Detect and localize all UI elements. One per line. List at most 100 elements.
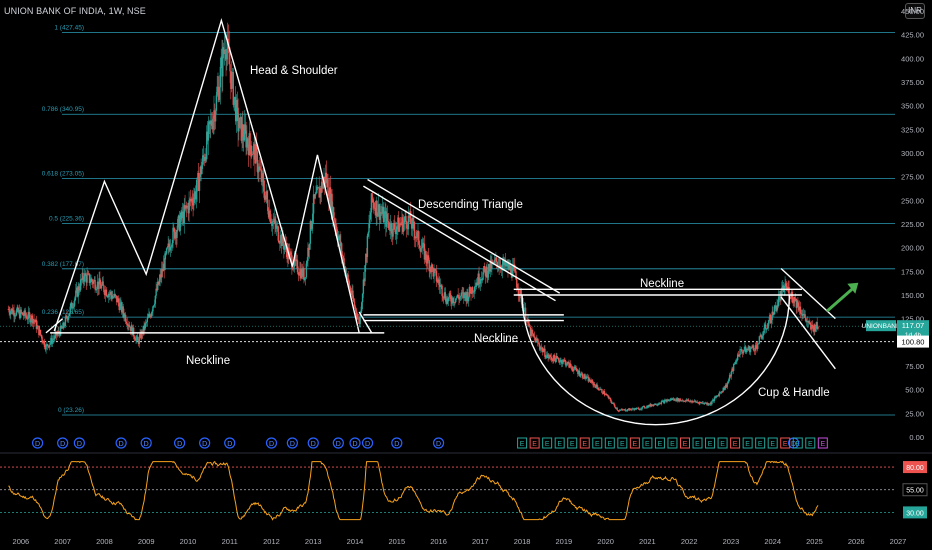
candle-body <box>290 252 292 256</box>
candle-body <box>340 243 343 255</box>
candle-body <box>230 72 233 89</box>
candle-body <box>422 242 425 244</box>
x-tick-label: 2018 <box>514 537 531 546</box>
candle-body <box>531 329 533 334</box>
candle-body <box>559 360 561 363</box>
candle-body <box>753 347 755 351</box>
level-tag: 100.80 <box>902 338 925 347</box>
candle-body <box>233 96 235 105</box>
candle-body <box>53 338 55 340</box>
rsi-level-tag: 55.00 <box>906 488 924 495</box>
y-tick-label: 350.00 <box>901 102 924 111</box>
candle-body <box>799 306 802 314</box>
candle-body <box>514 268 516 272</box>
candle-body <box>449 293 451 297</box>
candle-body <box>361 293 364 303</box>
dividend-marker-label: D <box>365 441 370 448</box>
candle-body <box>549 355 552 357</box>
candle-body <box>536 338 538 341</box>
candle-body <box>455 297 458 299</box>
candle-body <box>714 397 716 399</box>
candle-body <box>656 404 659 406</box>
candle-body <box>532 333 535 337</box>
candle-body <box>455 298 457 303</box>
y-tick-label: 225.00 <box>901 220 924 229</box>
candle-body <box>219 66 222 88</box>
earnings-marker-label: E <box>595 441 600 448</box>
candle-body <box>757 343 759 349</box>
candle-body <box>71 307 74 309</box>
dividend-marker-label: D <box>227 441 232 448</box>
candle-body <box>176 229 178 238</box>
candle-body <box>750 347 753 349</box>
candle-body <box>431 264 434 269</box>
candle-body <box>747 349 749 351</box>
candle-body <box>808 320 810 324</box>
x-tick-label: 2025 <box>806 537 823 546</box>
earnings-marker-label: E <box>770 441 775 448</box>
candle-body <box>22 312 24 316</box>
candle-body <box>296 260 299 273</box>
earnings-marker-label: E <box>633 441 638 448</box>
price-chart[interactable]: 0.0025.0050.0075.00100.00125.00150.00175… <box>0 0 932 550</box>
candle-body <box>616 408 618 411</box>
candle-body <box>548 356 550 359</box>
candle-body <box>557 358 560 361</box>
candle-body <box>412 217 414 222</box>
y-tick-label: 325.00 <box>901 125 924 134</box>
candle-body <box>578 370 581 376</box>
candle-body <box>28 311 30 315</box>
candle-body <box>91 278 93 282</box>
candle-body <box>603 391 606 395</box>
candle-body <box>56 333 59 336</box>
candle-body <box>638 407 640 410</box>
candle-body <box>641 406 643 410</box>
x-tick-label: 2017 <box>472 537 489 546</box>
candle-body <box>352 290 354 299</box>
candle-body <box>296 259 298 261</box>
candle-body <box>289 251 291 253</box>
candle-body <box>218 87 221 100</box>
candle-body <box>193 197 195 206</box>
candle-body <box>763 327 765 334</box>
earnings-marker-label: E <box>582 441 587 448</box>
candle-body <box>660 401 663 404</box>
dividend-marker-label: D <box>35 441 40 448</box>
candle-body <box>154 295 157 304</box>
candle-body <box>94 279 96 290</box>
candle-body <box>591 380 593 382</box>
candle-body <box>814 328 817 332</box>
candle-body <box>482 272 484 280</box>
candle-body <box>770 320 773 324</box>
candle-body <box>306 260 308 264</box>
candle-body <box>392 223 394 237</box>
candle-body <box>270 221 272 224</box>
candle-body <box>406 221 408 229</box>
candle-body <box>398 224 401 232</box>
dividend-marker-label: D <box>336 441 341 448</box>
candle-body <box>68 313 71 317</box>
candle-body <box>96 289 98 290</box>
candle-body <box>349 285 351 288</box>
candle-body <box>135 338 137 341</box>
candle-body <box>79 279 82 290</box>
candle-body <box>191 198 193 203</box>
candle-body <box>207 123 210 141</box>
candle-body <box>165 253 167 255</box>
candle-body <box>367 232 369 236</box>
earnings-marker-label: E <box>758 441 763 448</box>
x-tick-label: 2027 <box>890 537 907 546</box>
candle-body <box>353 298 355 302</box>
candle-body <box>542 351 544 353</box>
candle-body <box>103 285 105 292</box>
candle-body <box>565 364 568 366</box>
candle-body <box>425 251 427 261</box>
candle-body <box>811 324 814 327</box>
candle-body <box>269 210 271 222</box>
candle-body <box>45 344 47 350</box>
candle-body <box>43 340 46 347</box>
candle-body <box>8 309 10 313</box>
candle-body <box>817 326 819 329</box>
candle-body <box>278 240 280 243</box>
candle-body <box>69 306 71 314</box>
